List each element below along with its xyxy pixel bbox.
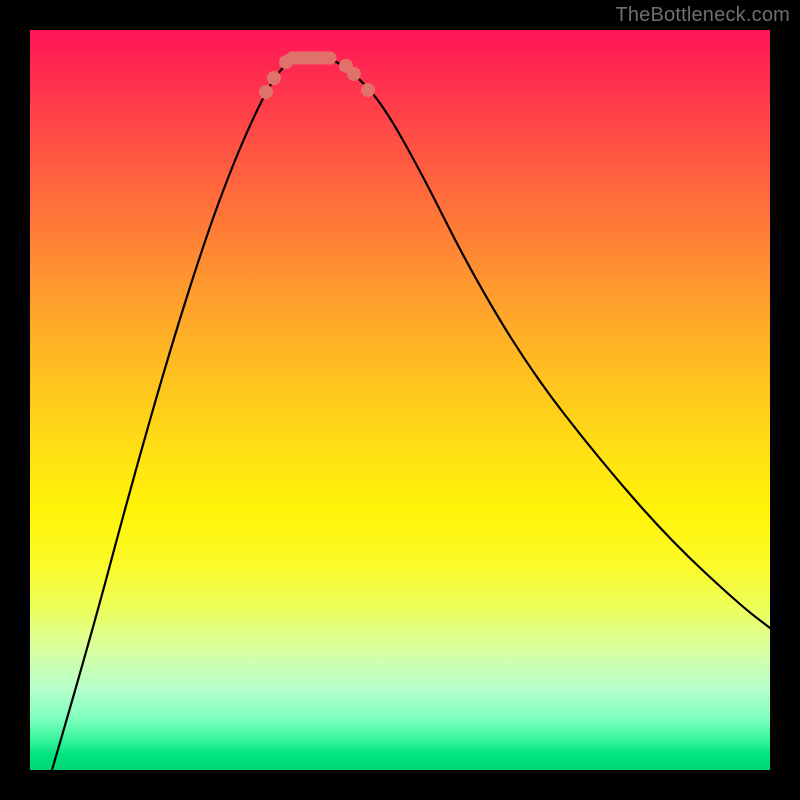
curve-dot — [267, 71, 281, 85]
curve-dot — [279, 55, 293, 69]
curve-dot — [347, 67, 361, 81]
curve-dots-left — [259, 55, 293, 99]
watermark-text: TheBottleneck.com — [615, 4, 790, 27]
bottleneck-curve-svg — [30, 30, 770, 770]
curve-dot — [259, 85, 273, 99]
curve-dot — [361, 83, 375, 97]
bottleneck-curve — [52, 58, 770, 770]
chart-plot-area — [30, 30, 770, 770]
curve-dots-right — [339, 59, 375, 97]
